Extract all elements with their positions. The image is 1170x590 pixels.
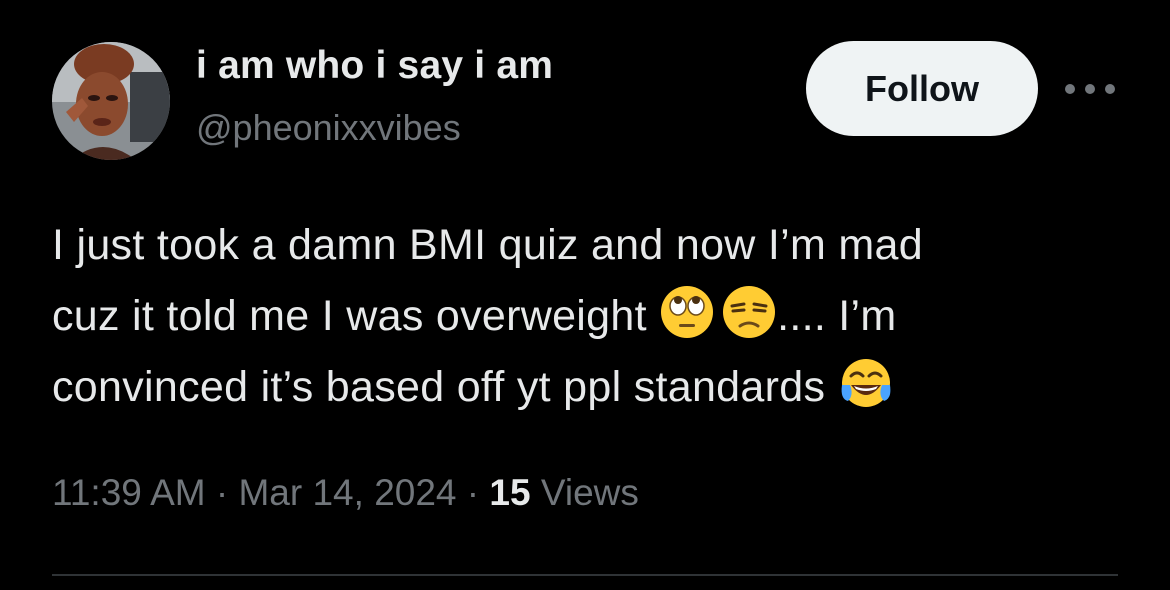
meta-separator: · (205, 472, 239, 513)
author-handle[interactable]: @pheonixxvibes (196, 107, 461, 149)
author-display-name[interactable]: i am who i say i am (196, 44, 553, 88)
views-count[interactable]: 15 (489, 472, 530, 513)
divider (52, 574, 1118, 576)
avatar-image (52, 42, 170, 160)
tweet-metadata: 11:39 AM · Mar 14, 2024 · 15 Views (52, 472, 639, 514)
tweet-date[interactable]: Mar 14, 2024 (238, 472, 456, 513)
meta-separator: · (456, 472, 490, 513)
face-with-tears-of-joy-icon (838, 355, 894, 411)
tweet-line-2-text: cuz it told me I was overweight (52, 292, 660, 340)
tweet-line-1: I just took a damn BMI quiz and now I’m … (52, 221, 923, 269)
follow-button[interactable]: Follow (806, 41, 1038, 136)
unamused-face-icon (721, 284, 777, 340)
tweet-text: I just took a damn BMI quiz and now I’m … (52, 210, 1132, 423)
tweet-line-2: cuz it told me I was overweight .... I’m (52, 281, 1132, 352)
more-horizontal-icon[interactable] (1062, 78, 1118, 100)
tweet-time[interactable]: 11:39 AM (52, 472, 206, 513)
face-with-rolling-eyes-icon (659, 284, 715, 340)
tweet-line-3: convinced it’s based off yt ppl standard… (52, 352, 1132, 423)
views-label[interactable]: Views (531, 472, 639, 513)
avatar[interactable] (52, 42, 170, 160)
tweet-line-3-text: convinced it’s based off yt ppl standard… (52, 363, 838, 411)
tweet-line-2-ellipsis: .... I’m (777, 292, 897, 340)
